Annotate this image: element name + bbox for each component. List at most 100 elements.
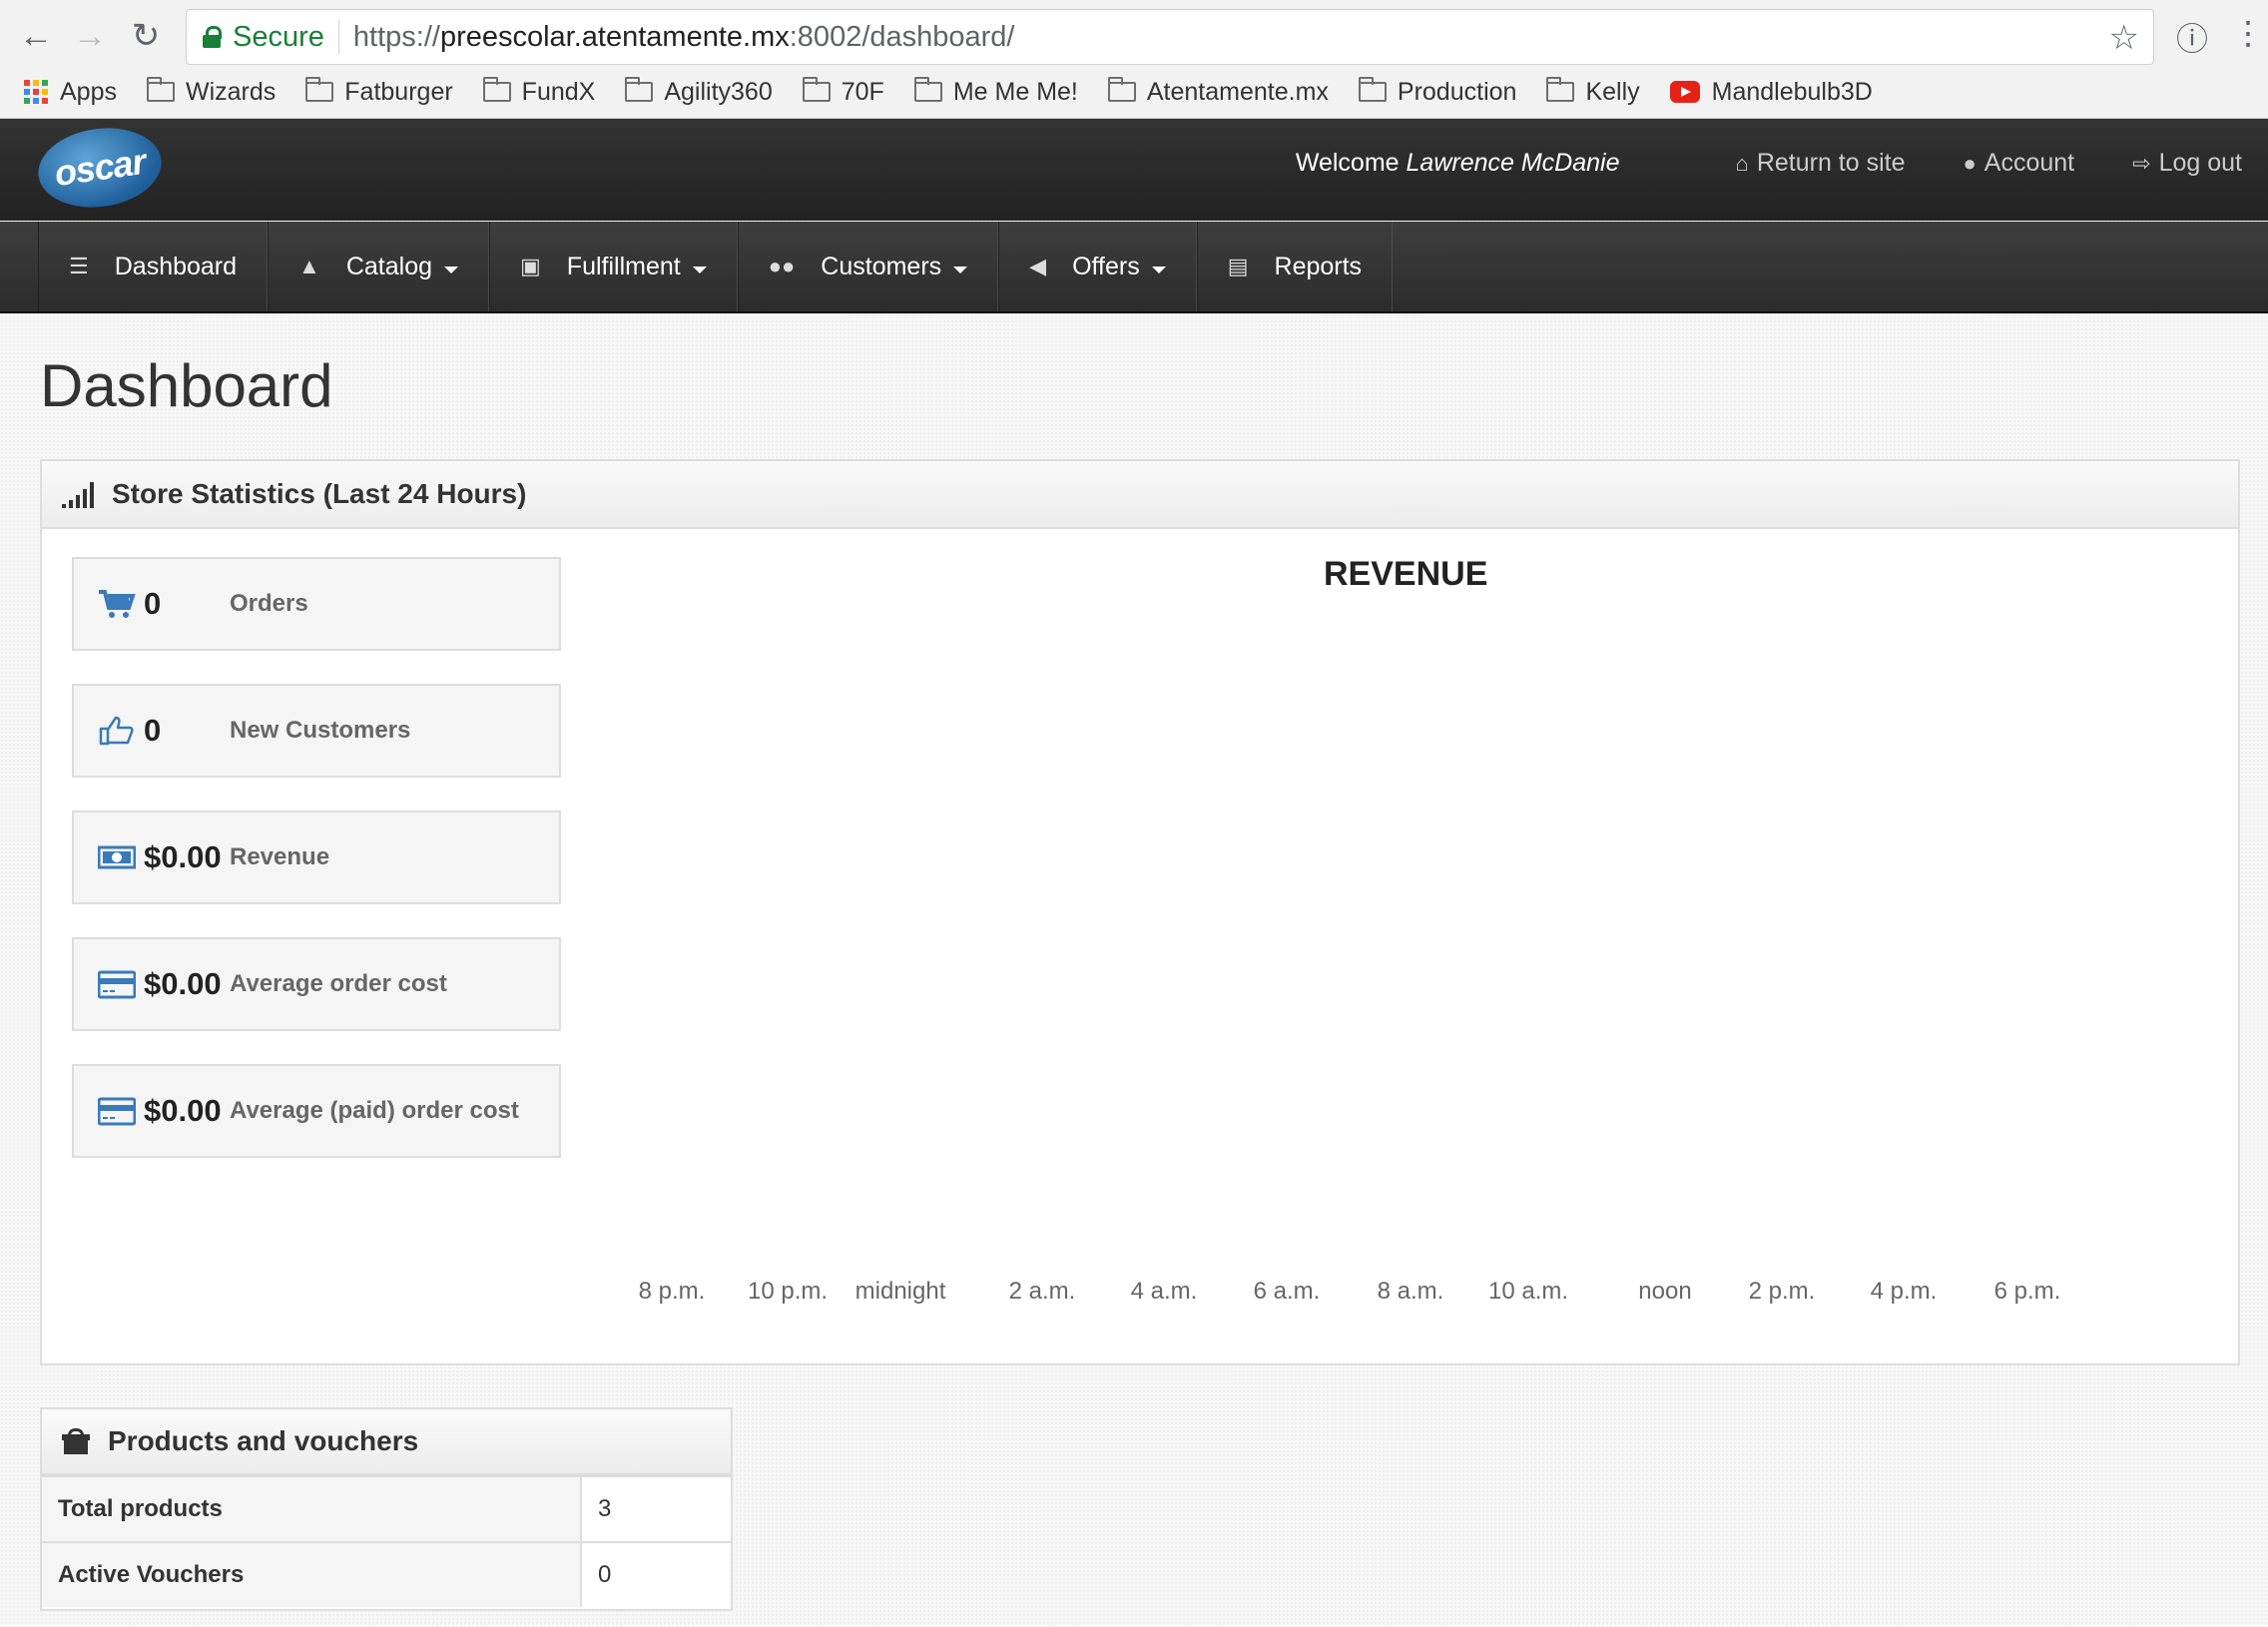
products-vouchers-table: Total products 3 Active Vouchers 0 — [42, 1475, 731, 1607]
return-to-site-label: Return to site — [1756, 149, 1906, 177]
oscar-logo[interactable]: oscar — [33, 120, 167, 216]
bookmark-fundx[interactable]: FundX — [482, 77, 596, 107]
home-icon: ⌂ — [1735, 150, 1749, 176]
bookmark-label: 70F — [841, 77, 884, 106]
sitemap-icon: ▲ — [298, 254, 320, 278]
folder-icon — [913, 77, 942, 102]
url-host: preescolar.atentamente.mx — [439, 20, 790, 53]
nav-dashboard[interactable]: ☰ Dashboard — [38, 222, 269, 311]
stat-average-order-cost: $0.00 Average order cost — [72, 937, 561, 1031]
nav-catalog-label: Catalog — [345, 252, 432, 280]
page-title: Dashboard — [40, 352, 333, 419]
credit-card-icon — [98, 970, 136, 999]
user-name: Lawrence McDanie — [1406, 149, 1620, 177]
x-tick-label: 2 a.m. — [1008, 1278, 1076, 1305]
bookmark-fatburger[interactable]: Fatburger — [305, 77, 453, 107]
youtube-icon — [1669, 81, 1700, 103]
welcome-message: Welcome Lawrence McDanie — [1296, 149, 1620, 178]
x-tick-label: 6 p.m. — [1993, 1278, 2061, 1305]
back-arrow-icon[interactable]: ← — [14, 14, 58, 58]
logout-icon: ⇨ — [2132, 150, 2151, 176]
logout-link[interactable]: ⇨ Log out — [2132, 149, 2242, 178]
table-row: Active Vouchers 0 — [42, 1541, 731, 1607]
stat-new-customers: 0 New Customers — [72, 684, 561, 778]
omnibox-divider — [337, 20, 339, 54]
panel-header: Products and vouchers — [42, 1409, 731, 1475]
lock-icon — [203, 26, 222, 48]
forward-arrow-icon[interactable]: → — [68, 14, 112, 58]
row-label-total-products: Total products — [42, 1475, 582, 1542]
bookmark-kelly[interactable]: Kelly — [1546, 77, 1640, 107]
orders-value: 0 — [144, 586, 162, 621]
chevron-down-icon — [444, 266, 458, 273]
nav-offers[interactable]: ◀ Offers — [998, 222, 1197, 311]
products-vouchers-panel: Products and vouchers Total products 3 A… — [40, 1407, 733, 1611]
header-user-links: Welcome Lawrence McDanie ⌂ Return to site… — [1296, 149, 2242, 178]
chart-title: REVENUE — [1324, 555, 1488, 593]
return-to-site-link[interactable]: ⌂ Return to site — [1736, 149, 1906, 178]
bookmark-label: Fatburger — [344, 77, 453, 106]
list-icon: ☰ — [69, 254, 89, 278]
bookmark-label: FundX — [521, 77, 596, 106]
bookmark-production[interactable]: Production — [1358, 77, 1516, 107]
row-value-active-vouchers: 0 — [581, 1541, 731, 1607]
nav-fulfillment[interactable]: ▣ Fulfillment — [489, 222, 738, 311]
x-tick-label: 4 p.m. — [1870, 1278, 1938, 1305]
x-tick-label: 4 a.m. — [1130, 1278, 1198, 1305]
url-text[interactable]: https://preescolar.atentamente.mx:8002/d… — [353, 21, 1015, 54]
average-paid-order-cost-value: $0.00 — [144, 1093, 222, 1128]
bookmark-apps[interactable]: Apps — [24, 78, 117, 107]
average-order-cost-label: Average order cost — [230, 970, 447, 997]
bookmark-label: Wizards — [185, 77, 277, 106]
folder-icon — [305, 77, 334, 102]
bookmark-atentamente[interactable]: Atentamente.mx — [1107, 77, 1329, 107]
bookmark-mandlebulb3d[interactable]: Mandlebulb3D — [1669, 78, 1873, 107]
nav-customers-label: Customers — [821, 252, 942, 280]
account-link[interactable]: ● Account — [1964, 149, 2075, 178]
bookmark-70f[interactable]: 70F — [802, 77, 884, 107]
bookmark-wizards[interactable]: Wizards — [146, 77, 277, 107]
nav-catalog[interactable]: ▲ Catalog — [268, 222, 489, 311]
bookmark-me-me-me[interactable]: Me Me Me! — [913, 77, 1078, 107]
app-header: oscar Welcome Lawrence McDanie ⌂ Return t… — [0, 119, 2268, 221]
folder-icon — [1546, 77, 1575, 102]
x-tick-label: 10 a.m. — [1487, 1278, 1569, 1305]
reload-icon[interactable]: ↻ — [124, 14, 168, 58]
secure-label: Secure — [233, 20, 324, 53]
chevron-down-icon — [1151, 266, 1166, 273]
shopping-cart-icon — [99, 590, 136, 618]
chevron-down-icon — [692, 266, 707, 273]
folder-icon — [625, 77, 654, 102]
revenue-label: Revenue — [230, 843, 330, 870]
user-icon: ● — [1963, 150, 1977, 176]
row-value-total-products: 3 — [581, 1475, 731, 1542]
panel-title: Products and vouchers — [108, 1425, 419, 1456]
extension-icon[interactable]: ⓘ — [2176, 14, 2208, 60]
account-label: Account — [1984, 149, 2075, 177]
table-row: Total products 3 — [42, 1475, 731, 1542]
row-label-active-vouchers: Active Vouchers — [42, 1541, 582, 1607]
thumbs-up-icon — [99, 716, 134, 746]
average-order-cost-value: $0.00 — [144, 966, 222, 1001]
nav-reports-label: Reports — [1274, 252, 1363, 280]
nav-offers-label: Offers — [1072, 252, 1140, 280]
x-tick-label: 8 a.m. — [1377, 1278, 1444, 1305]
bookmark-label: Atentamente.mx — [1146, 77, 1329, 106]
menu-kebab-icon[interactable]: ⋮ — [2232, 14, 2264, 52]
bookmark-label: Agility360 — [664, 77, 773, 106]
x-tick-label: midnight — [854, 1278, 946, 1305]
url-scheme: https:// — [352, 20, 440, 53]
bookmark-star-icon[interactable]: ☆ — [2109, 18, 2139, 58]
gift-icon — [62, 1428, 90, 1454]
revenue-chart — [641, 601, 2178, 1280]
panel-header: Store Statistics (Last 24 Hours) — [42, 461, 2238, 529]
new-customers-value: 0 — [144, 713, 162, 748]
nav-customers[interactable]: ●● Customers — [737, 222, 999, 311]
nav-reports[interactable]: ▤ Reports — [1196, 222, 1394, 311]
address-bar[interactable]: Secure https://preescolar.atentamente.mx… — [186, 9, 2154, 65]
bookmark-agility360[interactable]: Agility360 — [625, 77, 773, 107]
x-tick-label: 10 p.m. — [747, 1278, 829, 1305]
money-icon — [98, 845, 136, 869]
welcome-prefix: Welcome — [1295, 149, 1400, 177]
store-statistics-panel: Store Statistics (Last 24 Hours) 0 Order… — [40, 459, 2240, 1365]
